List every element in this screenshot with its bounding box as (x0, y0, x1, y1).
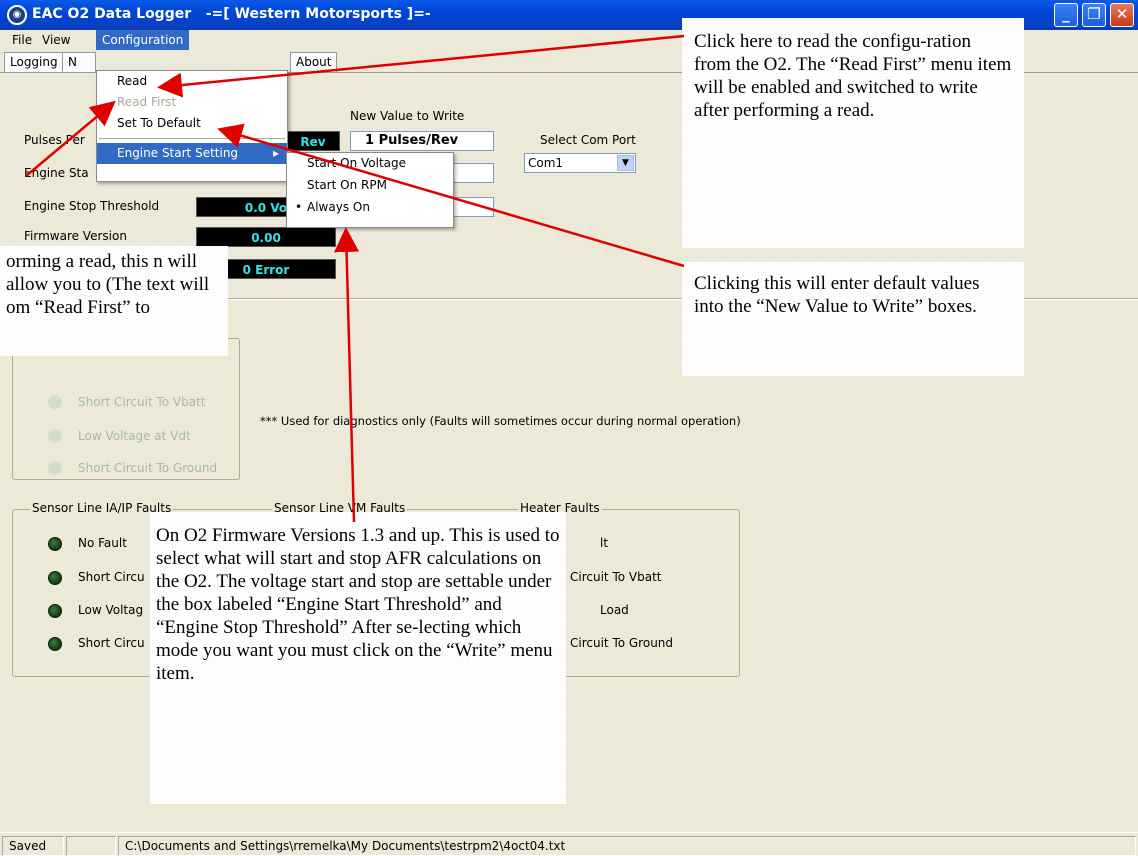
menu-configuration[interactable]: Configuration (96, 30, 190, 50)
faded-fault-label: Low Voltage at Vdt (78, 429, 191, 443)
led-indicator (48, 637, 62, 651)
maximize-icon[interactable]: ❐ (1082, 3, 1106, 27)
submenu-arrow-icon: ▸ (272, 146, 279, 160)
menu-item-always-on[interactable]: • Always On (287, 197, 453, 219)
new-value-header: New Value to Write (350, 109, 465, 123)
ia-ip-fault-label: Short Circu (78, 570, 145, 584)
tab-strip: Logging N About (0, 50, 700, 72)
led-indicator (48, 604, 62, 618)
tab-logging[interactable]: Logging (4, 52, 64, 72)
led-indicator (48, 537, 62, 551)
callout-text: Clicking this will enter default values … (682, 262, 1024, 376)
chevron-down-icon[interactable]: ▼ (617, 155, 634, 171)
firmware-label: Firmware Version (24, 229, 127, 243)
heater-fault-label: Load (600, 603, 629, 617)
engine-start-submenu: Start On Voltage Start On RPM • Always O… (286, 152, 454, 228)
configuration-menu: Read Read First Set To Default Engine St… (96, 70, 288, 182)
callout-text: orming a read, this n will allow you to … (0, 246, 228, 356)
menu-item-label: Always On (307, 200, 370, 214)
firmware-display: 0.00 (196, 227, 336, 247)
ia-ip-fault-label: Short Circu (78, 636, 145, 650)
bullet-icon: • (295, 200, 303, 214)
callout-text: Click here to read the configu-ration fr… (682, 18, 1024, 248)
heater-fault-label: Circuit To Vbatt (570, 570, 662, 584)
status-state: Saved (2, 836, 64, 856)
pulses-display: Rev (286, 131, 340, 151)
gecko-logo-icon[interactable]: ◉ (7, 5, 27, 25)
callout-read: Click here to read the configu-ration fr… (682, 18, 1024, 248)
menu-item-set-to-default[interactable]: Set To Default (97, 113, 287, 134)
callout-default: Clicking this will enter default values … (682, 262, 1024, 376)
pulses-label: Pulses Per (24, 133, 85, 147)
led-indicator (48, 395, 62, 409)
callout-read-first: orming a read, this n will allow you to … (0, 246, 228, 356)
menu-item-label: Engine Start Setting (117, 146, 239, 160)
faded-fault-label: Short Circuit To Vbatt (78, 395, 206, 409)
callout-text: On O2 Firmware Versions 1.3 and up. This… (150, 512, 566, 804)
pulses-new-value-input[interactable]: 1 Pulses/Rev (350, 131, 494, 151)
menu-item-start-on-voltage[interactable]: Start On Voltage (287, 153, 453, 175)
close-icon[interactable]: ✕ (1110, 3, 1134, 27)
engine-stop-label: Engine Stop Threshold (24, 199, 160, 213)
com-port-label: Select Com Port (540, 133, 636, 147)
menu-item-engine-start-setting[interactable]: Engine Start Setting ▸ (97, 143, 287, 164)
ia-ip-fault-label: Low Voltag (78, 603, 144, 617)
menu-separator (99, 138, 285, 139)
menu-item-read-first: Read First (117, 95, 177, 109)
tab-about[interactable]: About (290, 52, 338, 72)
minimize-icon[interactable]: _ (1054, 3, 1078, 27)
com-port-select[interactable]: Com1 ▼ (524, 153, 636, 173)
faded-fault-group (12, 338, 240, 480)
tab-n[interactable]: N (62, 52, 96, 72)
faded-fault-label: Short Circuit To Ground (78, 461, 218, 475)
status-blank (66, 836, 116, 856)
engine-start-label: Engine Sta (24, 166, 89, 180)
status-path: C:\Documents and Settings\rremelka\My Do… (118, 836, 1136, 856)
ia-ip-fault-label: No Fault (78, 536, 127, 550)
window-title: EAC O2 Data Logger -=[ Western Motorspor… (32, 6, 431, 22)
led-indicator (48, 571, 62, 585)
engine-start-new-value-input[interactable] (452, 163, 494, 183)
heater-fault-label: Circuit To Ground (570, 636, 674, 650)
heater-fault-label: lt (600, 536, 609, 550)
engine-stop-new-value-input[interactable] (452, 197, 494, 217)
menu-item-read[interactable]: Read (97, 71, 287, 92)
status-bar: Saved C:\Documents and Settings\rremelka… (0, 832, 1138, 856)
menu-item-start-on-rpm[interactable]: Start On RPM (287, 175, 453, 197)
callout-engine-start: On O2 Firmware Versions 1.3 and up. This… (150, 512, 566, 804)
menu-view[interactable]: View (36, 30, 76, 50)
led-indicator (48, 461, 62, 475)
diagnostics-note: *** Used for diagnostics only (Faults wi… (260, 414, 741, 428)
com-port-value: Com1 (528, 156, 564, 170)
led-indicator (48, 429, 62, 443)
menu-file[interactable]: File (6, 30, 38, 50)
